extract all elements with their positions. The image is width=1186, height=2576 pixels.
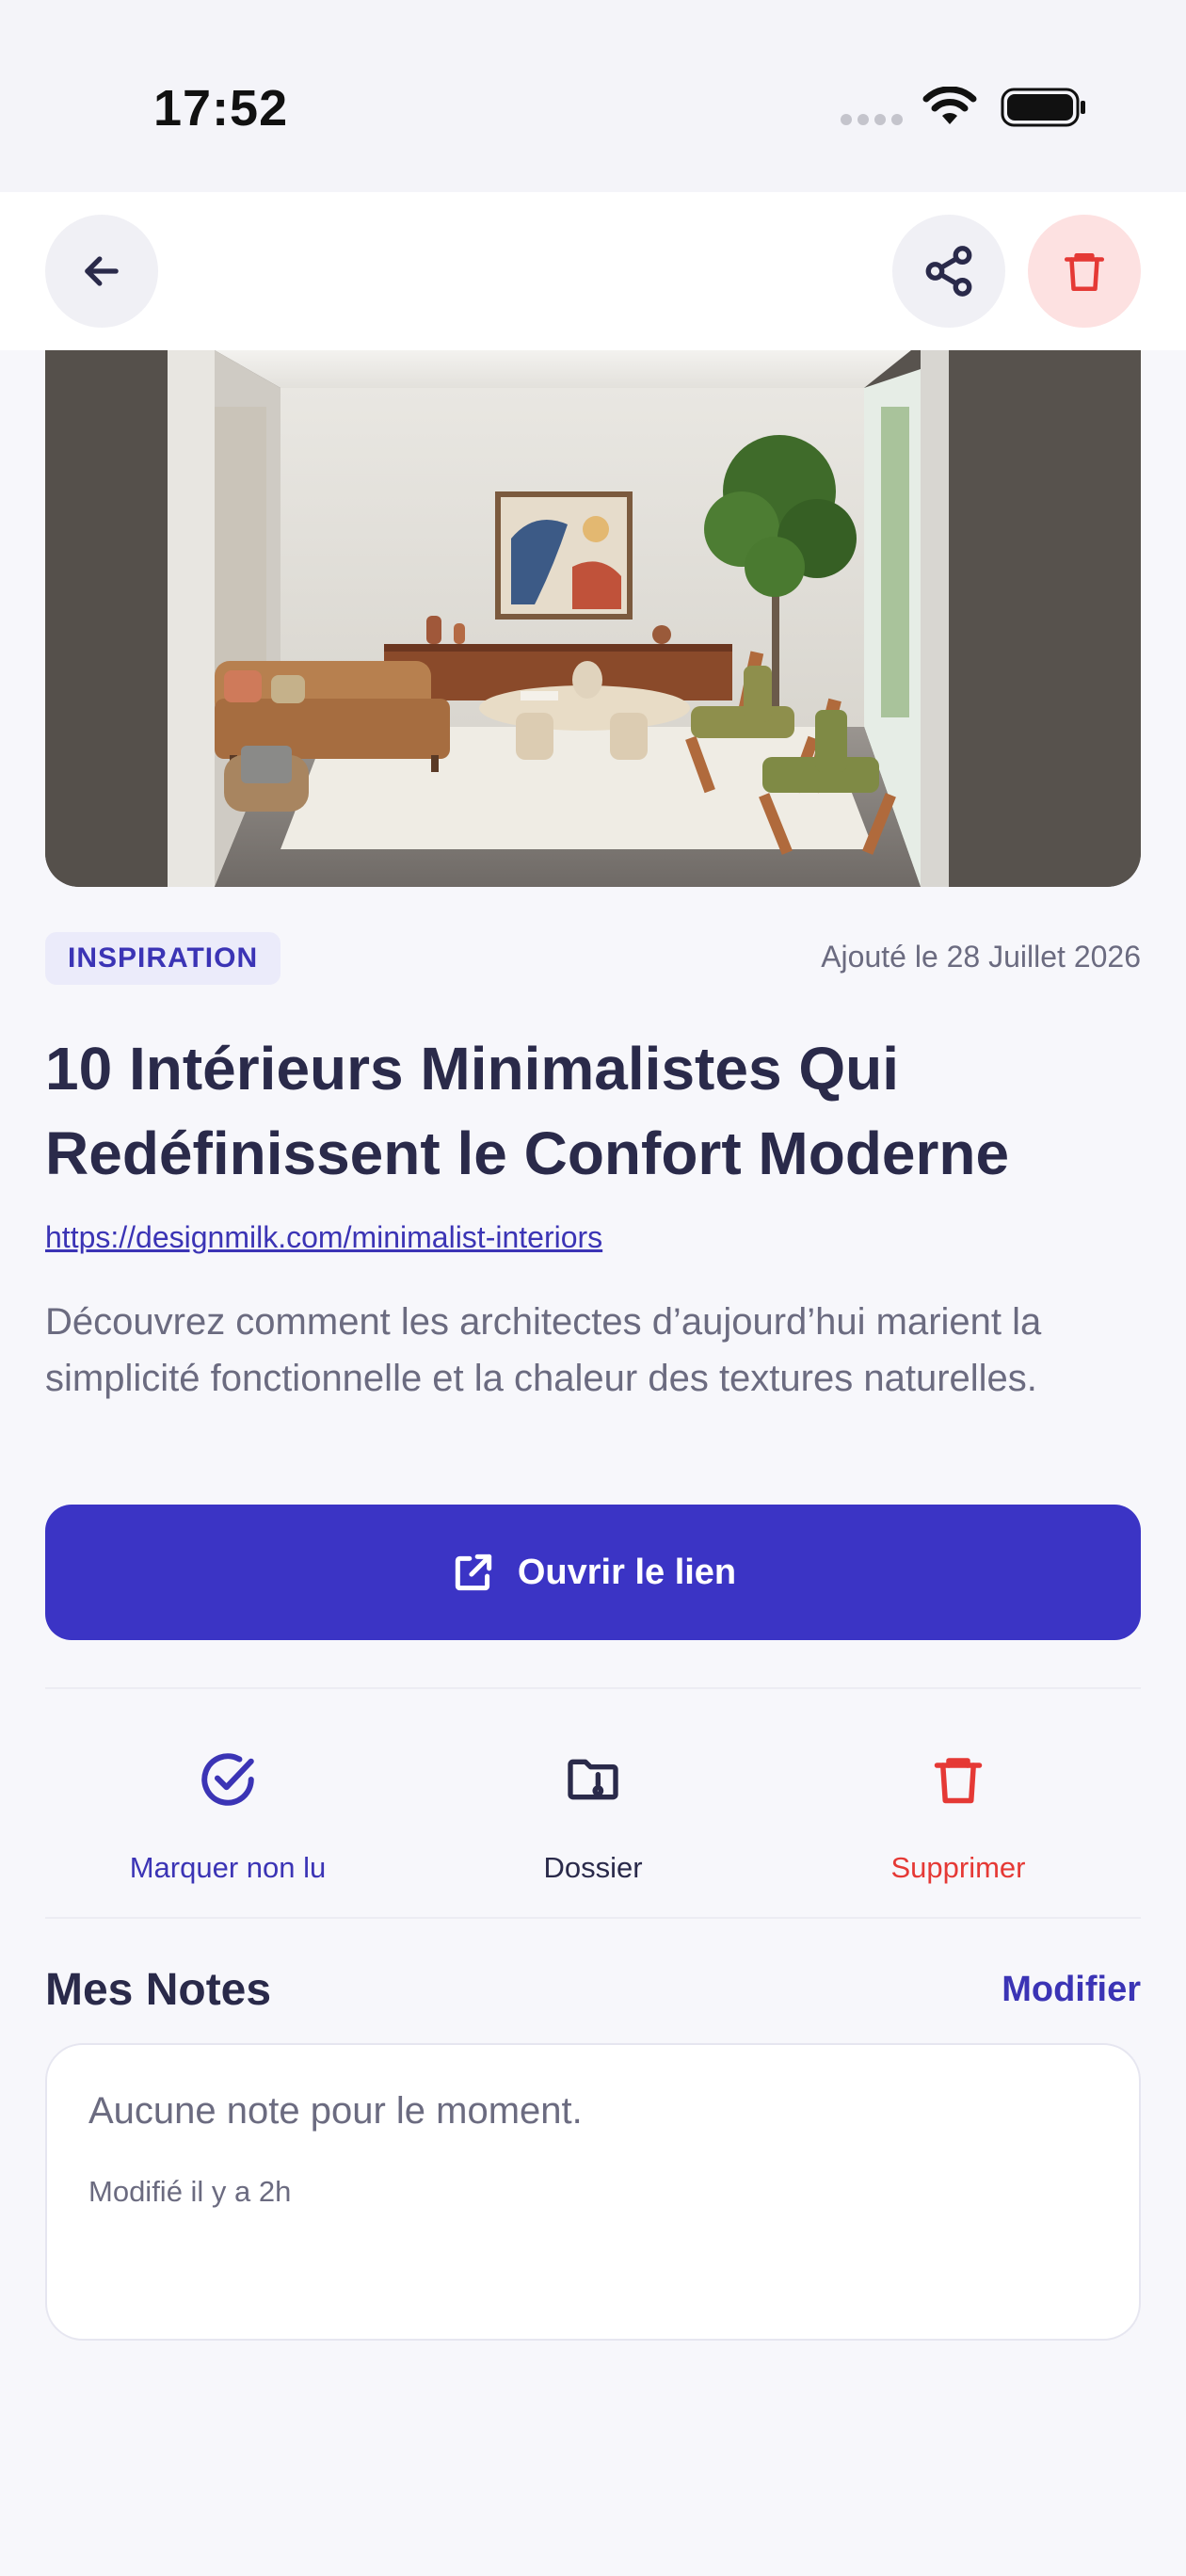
article-title: 10 Intérieurs Minimalistes Qui Redéfinis… (45, 1035, 1010, 1187)
check-circle-icon (201, 1753, 254, 1806)
article-url-link[interactable]: https://designmilk.com/minimalist-interi… (45, 1220, 602, 1255)
page: 17:52 INSPIRATION Ajouté le 28 Juillet 2… (0, 0, 1186, 2576)
share-icon (925, 246, 972, 297)
divider (45, 1687, 1141, 1689)
external-link-icon (455, 1554, 492, 1591)
open-link-button[interactable]: Ouvrir le lien (45, 1505, 1141, 1640)
delete-label: Supprimer (890, 1851, 1026, 1884)
notes-heading: Mes Notes (45, 1965, 272, 2015)
living-room-photo (45, 350, 1141, 887)
open-link-label: Ouvrir le lien (517, 1552, 737, 1592)
status-bar: 17:52 (0, 0, 1186, 192)
trash-icon (1064, 253, 1105, 292)
hero-image (45, 350, 1141, 887)
arrow-left-icon (85, 256, 119, 286)
folder-button[interactable]: Dossier (410, 1742, 776, 1892)
battery-icon (1001, 88, 1085, 127)
delete-action-button[interactable]: Supprimer (776, 1742, 1141, 1892)
cellular-signal-icon (841, 114, 903, 125)
back-button[interactable] (45, 215, 158, 328)
folder-label: Dossier (543, 1851, 643, 1884)
share-button[interactable] (892, 215, 1005, 328)
status-time: 17:52 (153, 80, 289, 137)
top-navigation (0, 192, 1186, 350)
notes-modified-time: Modifié il y a 2h (88, 2175, 292, 2208)
notes-placeholder: Aucune note pour le moment. (88, 2090, 583, 2132)
wifi-icon (922, 87, 977, 124)
edit-notes-button[interactable]: Modifier (1002, 1970, 1141, 2010)
trash-icon (934, 1758, 983, 1804)
notes-card[interactable]: Aucune note pour le moment. Modifié il y… (45, 2043, 1141, 2341)
mark-unread-button[interactable]: Marquer non lu (45, 1742, 410, 1892)
mark-unread-label: Marquer non lu (129, 1851, 327, 1884)
divider (45, 1917, 1141, 1919)
article-description: Découvrez comment les architectes d’aujo… (45, 1301, 1042, 1399)
delete-button[interactable] (1028, 215, 1141, 328)
added-date: Ajouté le 28 Juillet 2026 (821, 940, 1141, 974)
folder-icon (568, 1759, 618, 1800)
category-badge: INSPIRATION (45, 932, 281, 985)
